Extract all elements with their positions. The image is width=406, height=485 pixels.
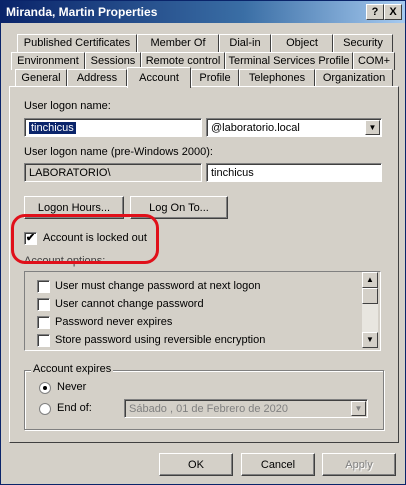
pre2000-name-input[interactable]: tinchicus: [206, 163, 382, 182]
window-title: Miranda, Martin Properties: [6, 5, 158, 19]
tab-object[interactable]: Object: [271, 34, 333, 52]
tab-telephones[interactable]: Telephones: [239, 69, 315, 87]
option-checkbox[interactable]: [37, 334, 50, 347]
never-radio[interactable]: [39, 382, 51, 394]
tab-profile[interactable]: Profile: [191, 69, 239, 87]
close-button[interactable]: X: [384, 4, 402, 20]
logon-name-value: tinchicus: [29, 122, 76, 134]
account-panel: User logon name: tinchicus @laboratorio.…: [9, 86, 399, 443]
option-checkbox[interactable]: [37, 298, 50, 311]
tab-organization[interactable]: Organization: [315, 69, 393, 87]
option-label: Store password using reversible encrypti…: [55, 334, 266, 346]
account-options-list[interactable]: User must change password at next logon …: [24, 271, 381, 351]
scroll-up-icon[interactable]: ▲: [362, 272, 378, 288]
tab-account[interactable]: Account: [127, 67, 191, 88]
pre2000-domain-value: LABORATORIO\: [29, 167, 111, 179]
logon-name-input[interactable]: tinchicus: [24, 118, 202, 137]
option-label: User cannot change password: [55, 298, 204, 310]
scroll-down-icon[interactable]: ▼: [362, 332, 378, 348]
highlight-annotation: [11, 214, 159, 264]
options-scrollbar[interactable]: ▲ ▼: [362, 272, 378, 348]
pre2000-label: User logon name (pre-Windows 2000):: [24, 146, 213, 158]
scroll-thumb[interactable]: [362, 288, 378, 304]
help-button[interactable]: ?: [366, 4, 384, 20]
end-of-date-picker: Sábado , 01 de Febrero de 2020 ▼: [124, 399, 368, 418]
title-bar: Miranda, Martin Properties ? X: [1, 1, 405, 23]
account-expires-title: Account expires: [31, 363, 114, 375]
tab-dial-in[interactable]: Dial-in: [219, 34, 271, 52]
tab-com-plus[interactable]: COM+: [353, 52, 395, 70]
apply-button[interactable]: Apply: [322, 453, 396, 476]
option-label: Password never expires: [55, 316, 173, 328]
tab-general[interactable]: General: [15, 69, 67, 87]
pre2000-domain-field: LABORATORIO\: [24, 163, 202, 182]
logon-name-label: User logon name:: [24, 100, 111, 112]
option-checkbox[interactable]: [37, 280, 50, 293]
end-of-label: End of:: [57, 402, 92, 414]
end-of-date-value: Sábado , 01 de Febrero de 2020: [129, 403, 289, 415]
domain-value: @laboratorio.local: [211, 122, 300, 134]
pre2000-name-value: tinchicus: [211, 167, 254, 179]
tab-member-of[interactable]: Member Of: [137, 34, 219, 52]
cancel-button[interactable]: Cancel: [241, 453, 315, 476]
option-label: User must change password at next logon: [55, 280, 261, 292]
tab-address[interactable]: Address: [67, 69, 127, 87]
domain-combobox[interactable]: @laboratorio.local ▼: [206, 118, 382, 137]
tab-published-certificates[interactable]: Published Certificates: [17, 34, 137, 52]
tab-security[interactable]: Security: [333, 34, 393, 52]
chevron-down-icon[interactable]: ▼: [365, 120, 380, 135]
option-checkbox[interactable]: [37, 316, 50, 329]
ok-button[interactable]: OK: [159, 453, 233, 476]
tab-environment[interactable]: Environment: [11, 52, 85, 70]
tab-terminal-services-profile[interactable]: Terminal Services Profile: [225, 52, 353, 70]
properties-window: Miranda, Martin Properties ? X Published…: [0, 0, 406, 485]
chevron-down-icon: ▼: [351, 401, 366, 416]
never-label: Never: [57, 381, 87, 393]
end-of-radio[interactable]: [39, 403, 51, 415]
